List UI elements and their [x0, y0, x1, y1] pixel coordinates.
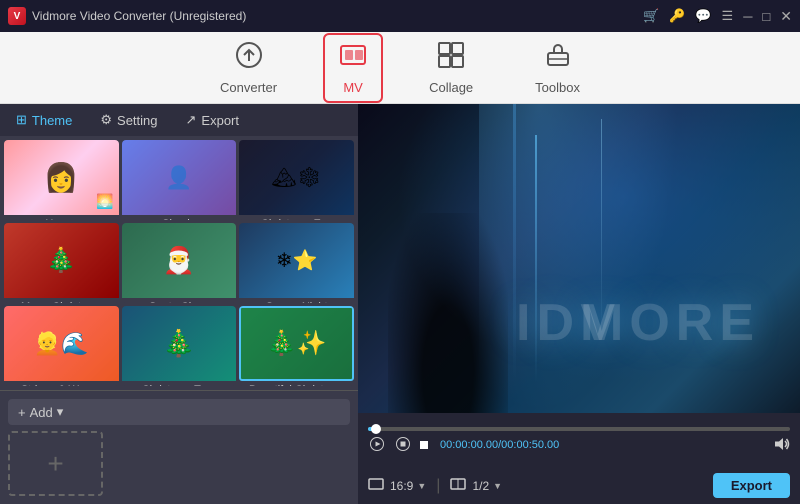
theme-beautiful-christmas-label: Beautiful Christmas [239, 381, 354, 386]
add-dropdown-arrow: ▾ [57, 404, 64, 420]
theme-stripes-waves[interactable]: 👱🌊 Stripes & Waves [4, 306, 119, 386]
separator-1: | [436, 477, 440, 495]
subnav-setting-label: Setting [117, 113, 157, 128]
subnav-export-label: Export [201, 113, 239, 128]
nav-mv[interactable]: MV [323, 33, 383, 103]
play-button[interactable] [368, 435, 386, 456]
subnav-theme[interactable]: ⊞ Theme [10, 108, 78, 132]
top-navigation: Converter MV Collage [0, 32, 800, 104]
stop-button[interactable] [394, 435, 412, 456]
screen-split-button[interactable]: 1/2 ▼ [472, 479, 502, 493]
time-display: 00:00:00.00/00:00:50.00 [440, 439, 766, 451]
converter-icon [235, 41, 263, 76]
export-button[interactable]: Export [713, 473, 790, 498]
add-button[interactable]: + Add ▾ [8, 399, 350, 425]
theme-beautiful-christmas[interactable]: 🎄✨ Beautiful Christmas [239, 306, 354, 386]
controls-row: 00:00:00.00/00:00:50.00 [368, 435, 790, 456]
screen-icon [450, 478, 466, 493]
theme-merry-christmas[interactable]: 🎄 Merry Christmas [4, 223, 119, 303]
maximize-icon[interactable]: □ [762, 9, 770, 24]
nav-converter[interactable]: Converter [204, 33, 293, 103]
add-plus-icon: + [47, 448, 63, 480]
theme-happy[interactable]: 👩 🌅 Happy [4, 140, 119, 220]
titlebar-title: Vidmore Video Converter (Unregistered) [32, 9, 246, 23]
screen-value: 1/2 [472, 479, 489, 493]
add-media-placeholder[interactable]: + [8, 431, 103, 496]
theme-grid-icon: ⊞ [16, 112, 27, 128]
aspect-ratio-button[interactable]: 16:9 ▼ [390, 479, 426, 493]
add-area: + Add ▾ + [0, 390, 358, 504]
export-icon: ↗ [186, 112, 197, 128]
subnav-export[interactable]: ↗ Export [180, 108, 245, 132]
bottom-controls-row: 16:9 ▼ | 1/2 ▼ Export [358, 469, 800, 504]
mv-icon [339, 41, 367, 76]
right-panel: IDMORE V 00:00:00.00/00:00:50.00 [358, 104, 800, 504]
progress-bar-row [368, 427, 790, 431]
subnav-theme-label: Theme [32, 113, 72, 128]
theme-merry-christmas-label: Merry Christmas [4, 298, 119, 303]
screen-dropdown-arrow: ▼ [493, 481, 502, 491]
theme-christmas-tree[interactable]: 🎄 Christmas Tree [122, 306, 237, 386]
video-preview: IDMORE V [358, 104, 800, 413]
key-icon[interactable]: 🔑 [669, 8, 685, 24]
menu-icon[interactable]: ☰ [722, 8, 734, 24]
theme-santa-claus-label: Santa Claus [122, 298, 237, 303]
sub-navigation: ⊞ Theme ⚙ Setting ↗ Export [0, 104, 358, 136]
aspect-ratio-icon [368, 478, 384, 493]
converter-label: Converter [220, 80, 277, 95]
watermark-text: IDMORE [516, 293, 760, 353]
main-content: ⊞ Theme ⚙ Setting ↗ Export 👩 🌅 [0, 104, 800, 504]
theme-christmas-eve-label: Christmas Eve [239, 215, 354, 220]
toolbox-icon [544, 41, 572, 76]
ratio-dropdown-arrow: ▼ [417, 481, 426, 491]
progress-track[interactable] [368, 427, 790, 431]
theme-christmas-eve[interactable]: 🏔❄ Christmas Eve [239, 140, 354, 220]
theme-snowy-night-label: Snowy Night [239, 298, 354, 303]
cart-icon[interactable]: 🛒 [643, 8, 659, 24]
playhead-indicator [420, 441, 428, 449]
theme-snowy-night[interactable]: ❄⭐ Snowy Night [239, 223, 354, 303]
collage-label: Collage [429, 80, 473, 95]
titlebar-left: V Vidmore Video Converter (Unregistered) [8, 7, 246, 25]
theme-simple-label: Simple [122, 215, 237, 220]
theme-happy-label: Happy [4, 215, 119, 220]
titlebar-controls: 🛒 🔑 💬 ☰ ─ □ ✕ [643, 8, 792, 25]
theme-santa-claus[interactable]: 🎅 Santa Claus [122, 223, 237, 303]
collage-icon [437, 41, 465, 76]
watermark-v: V [580, 293, 615, 353]
titlebar: V Vidmore Video Converter (Unregistered)… [0, 0, 800, 32]
progress-dot [371, 424, 381, 434]
subnav-setting[interactable]: ⚙ Setting [94, 108, 163, 132]
nav-collage[interactable]: Collage [413, 33, 489, 103]
add-icon: + [18, 405, 26, 420]
theme-christmas-tree-label: Christmas Tree [122, 381, 237, 386]
minimize-icon[interactable]: ─ [743, 9, 752, 24]
toolbox-label: Toolbox [535, 80, 580, 95]
theme-grid: 👩 🌅 Happy 👤 Simple [0, 136, 358, 390]
ratio-value: 16:9 [390, 479, 413, 493]
chat-icon[interactable]: 💬 [695, 8, 711, 24]
close-button[interactable]: ✕ [780, 8, 792, 25]
nav-toolbox[interactable]: Toolbox [519, 33, 596, 103]
setting-icon: ⚙ [100, 112, 112, 128]
video-controls: 00:00:00.00/00:00:50.00 [358, 413, 800, 469]
theme-stripes-waves-label: Stripes & Waves [4, 381, 119, 386]
mv-label: MV [343, 80, 363, 95]
add-label: Add [30, 405, 53, 420]
volume-icon[interactable] [774, 437, 790, 454]
left-panel: ⊞ Theme ⚙ Setting ↗ Export 👩 🌅 [0, 104, 358, 504]
scene-glow [358, 104, 800, 413]
theme-simple[interactable]: 👤 Simple [122, 140, 237, 220]
app-icon: V [8, 7, 26, 25]
